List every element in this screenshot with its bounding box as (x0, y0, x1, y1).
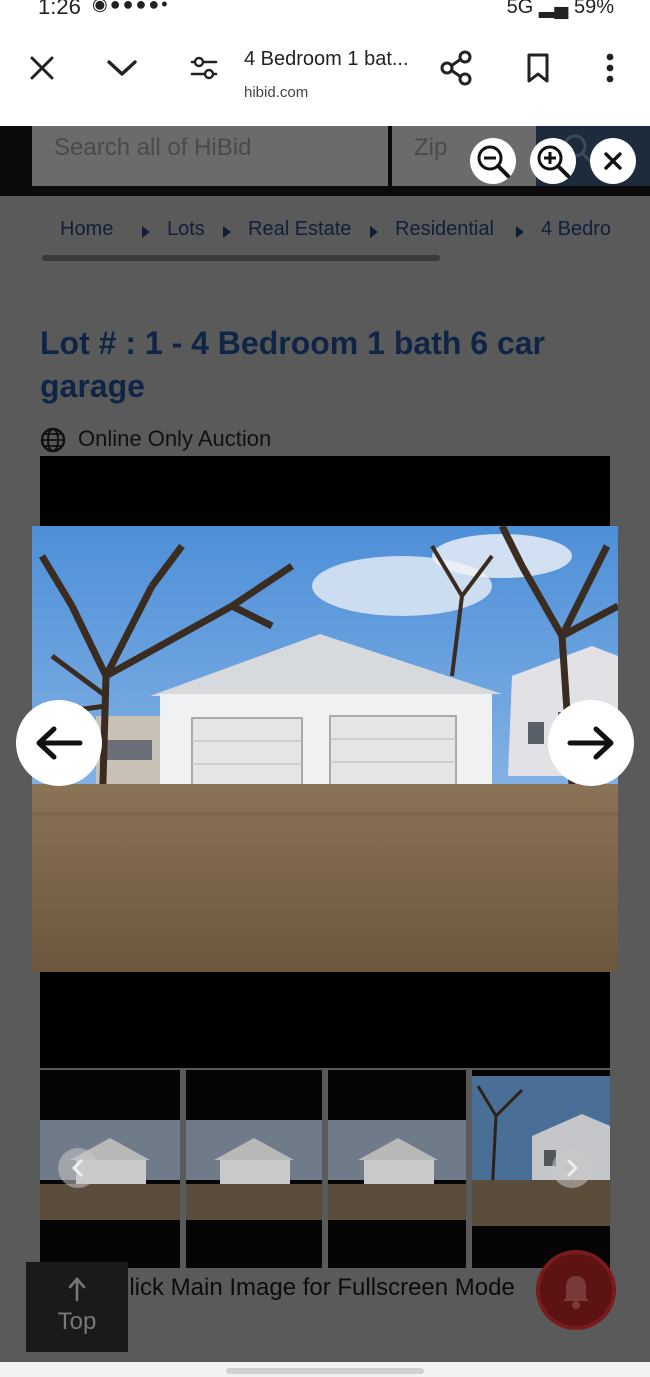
zoom-out-button[interactable] (470, 138, 516, 184)
tab-domain[interactable]: hibid.com (244, 84, 308, 101)
thumbnail-next-button[interactable] (552, 1148, 592, 1188)
zoom-in-button[interactable] (530, 138, 576, 184)
chat-icon: ● (109, 0, 123, 14)
settings-sliders-icon[interactable] (186, 50, 222, 86)
globe-icon (40, 427, 66, 453)
signal-icon: ▂▄ (538, 0, 569, 18)
top-label: Top (57, 1308, 97, 1335)
chevron-right-icon (370, 226, 378, 238)
chevron-left-icon (71, 1158, 84, 1178)
thumbnail[interactable] (328, 1070, 466, 1268)
back-to-top-button[interactable]: Top (26, 1262, 128, 1352)
notification-icons: ◉●●●●• (92, 0, 170, 15)
main-lot-image[interactable] (32, 526, 618, 972)
lot-title: Lot # : 1 - 4 Bedroom 1 bath 6 car garag… (40, 325, 545, 404)
chevron-down-icon[interactable] (104, 50, 140, 86)
share-icon[interactable] (438, 50, 474, 86)
close-icon[interactable] (24, 50, 60, 86)
more-vert-icon[interactable] (592, 50, 628, 86)
bookmark-icon[interactable] (520, 50, 556, 86)
messenger-icon: ◉ (92, 0, 110, 14)
breadcrumb-residential[interactable]: Residential (395, 218, 494, 241)
chevron-right-icon (223, 226, 231, 238)
dot-icon: • (161, 0, 170, 14)
close-icon (604, 152, 622, 170)
chevron-right-icon (516, 226, 524, 238)
zoom-out-icon (477, 145, 510, 178)
chevron-right-icon (142, 226, 150, 238)
breadcrumb-home[interactable]: Home (60, 218, 113, 241)
search-input[interactable]: Search all of HiBid (32, 126, 388, 186)
bell-icon (563, 1276, 589, 1309)
thumbnail[interactable] (186, 1070, 322, 1268)
battery-label: 59% (573, 0, 614, 18)
zoom-in-icon (537, 145, 570, 178)
breadcrumb-lots[interactable]: Lots (167, 218, 205, 241)
fullscreen-hint: Click Main Image for Fullscreen Mode (112, 1274, 515, 1301)
breadcrumb-current: 4 Bedro (541, 218, 610, 240)
network-label: 5G (506, 0, 534, 18)
image-letterbox-bottom (40, 972, 610, 1068)
thumbnail-prev-button[interactable] (58, 1148, 98, 1188)
status-bar: 1:26 ◉●●●●• 5G ▂▄ 59% (0, 0, 650, 22)
status-time: 1:26 (38, 0, 81, 19)
breadcrumb: Home Lots Real Estate Residential 4 Bedr… (40, 218, 610, 248)
search-placeholder: Search all of HiBid (54, 134, 252, 161)
facebook-icon: ● (122, 0, 136, 14)
previous-image-button[interactable] (16, 700, 102, 786)
breadcrumb-real-estate[interactable]: Real Estate (248, 218, 351, 241)
arrow-up-icon (68, 1277, 86, 1302)
home-indicator[interactable] (226, 1368, 424, 1374)
breadcrumb-scrollbar[interactable] (42, 255, 440, 261)
chevron-right-icon (566, 1158, 579, 1178)
browser-toolbar: 4 Bedroom 1 bat... hibid.com (0, 22, 650, 126)
close-viewer-button[interactable] (590, 138, 636, 184)
notification-bell-button[interactable] (536, 1250, 616, 1330)
arrow-left-icon (36, 726, 83, 760)
next-image-button[interactable] (548, 700, 634, 786)
auction-type-label: Online Only Auction (78, 426, 272, 451)
facebook-icon: ● (135, 0, 149, 14)
arrow-right-icon (567, 726, 614, 760)
status-right: 5G ▂▄ 59% (507, 0, 614, 19)
tab-title[interactable]: 4 Bedroom 1 bat... (244, 48, 409, 71)
image-letterbox-top (40, 456, 610, 526)
facebook-icon: ● (148, 0, 162, 14)
zip-placeholder: Zip (414, 134, 448, 161)
